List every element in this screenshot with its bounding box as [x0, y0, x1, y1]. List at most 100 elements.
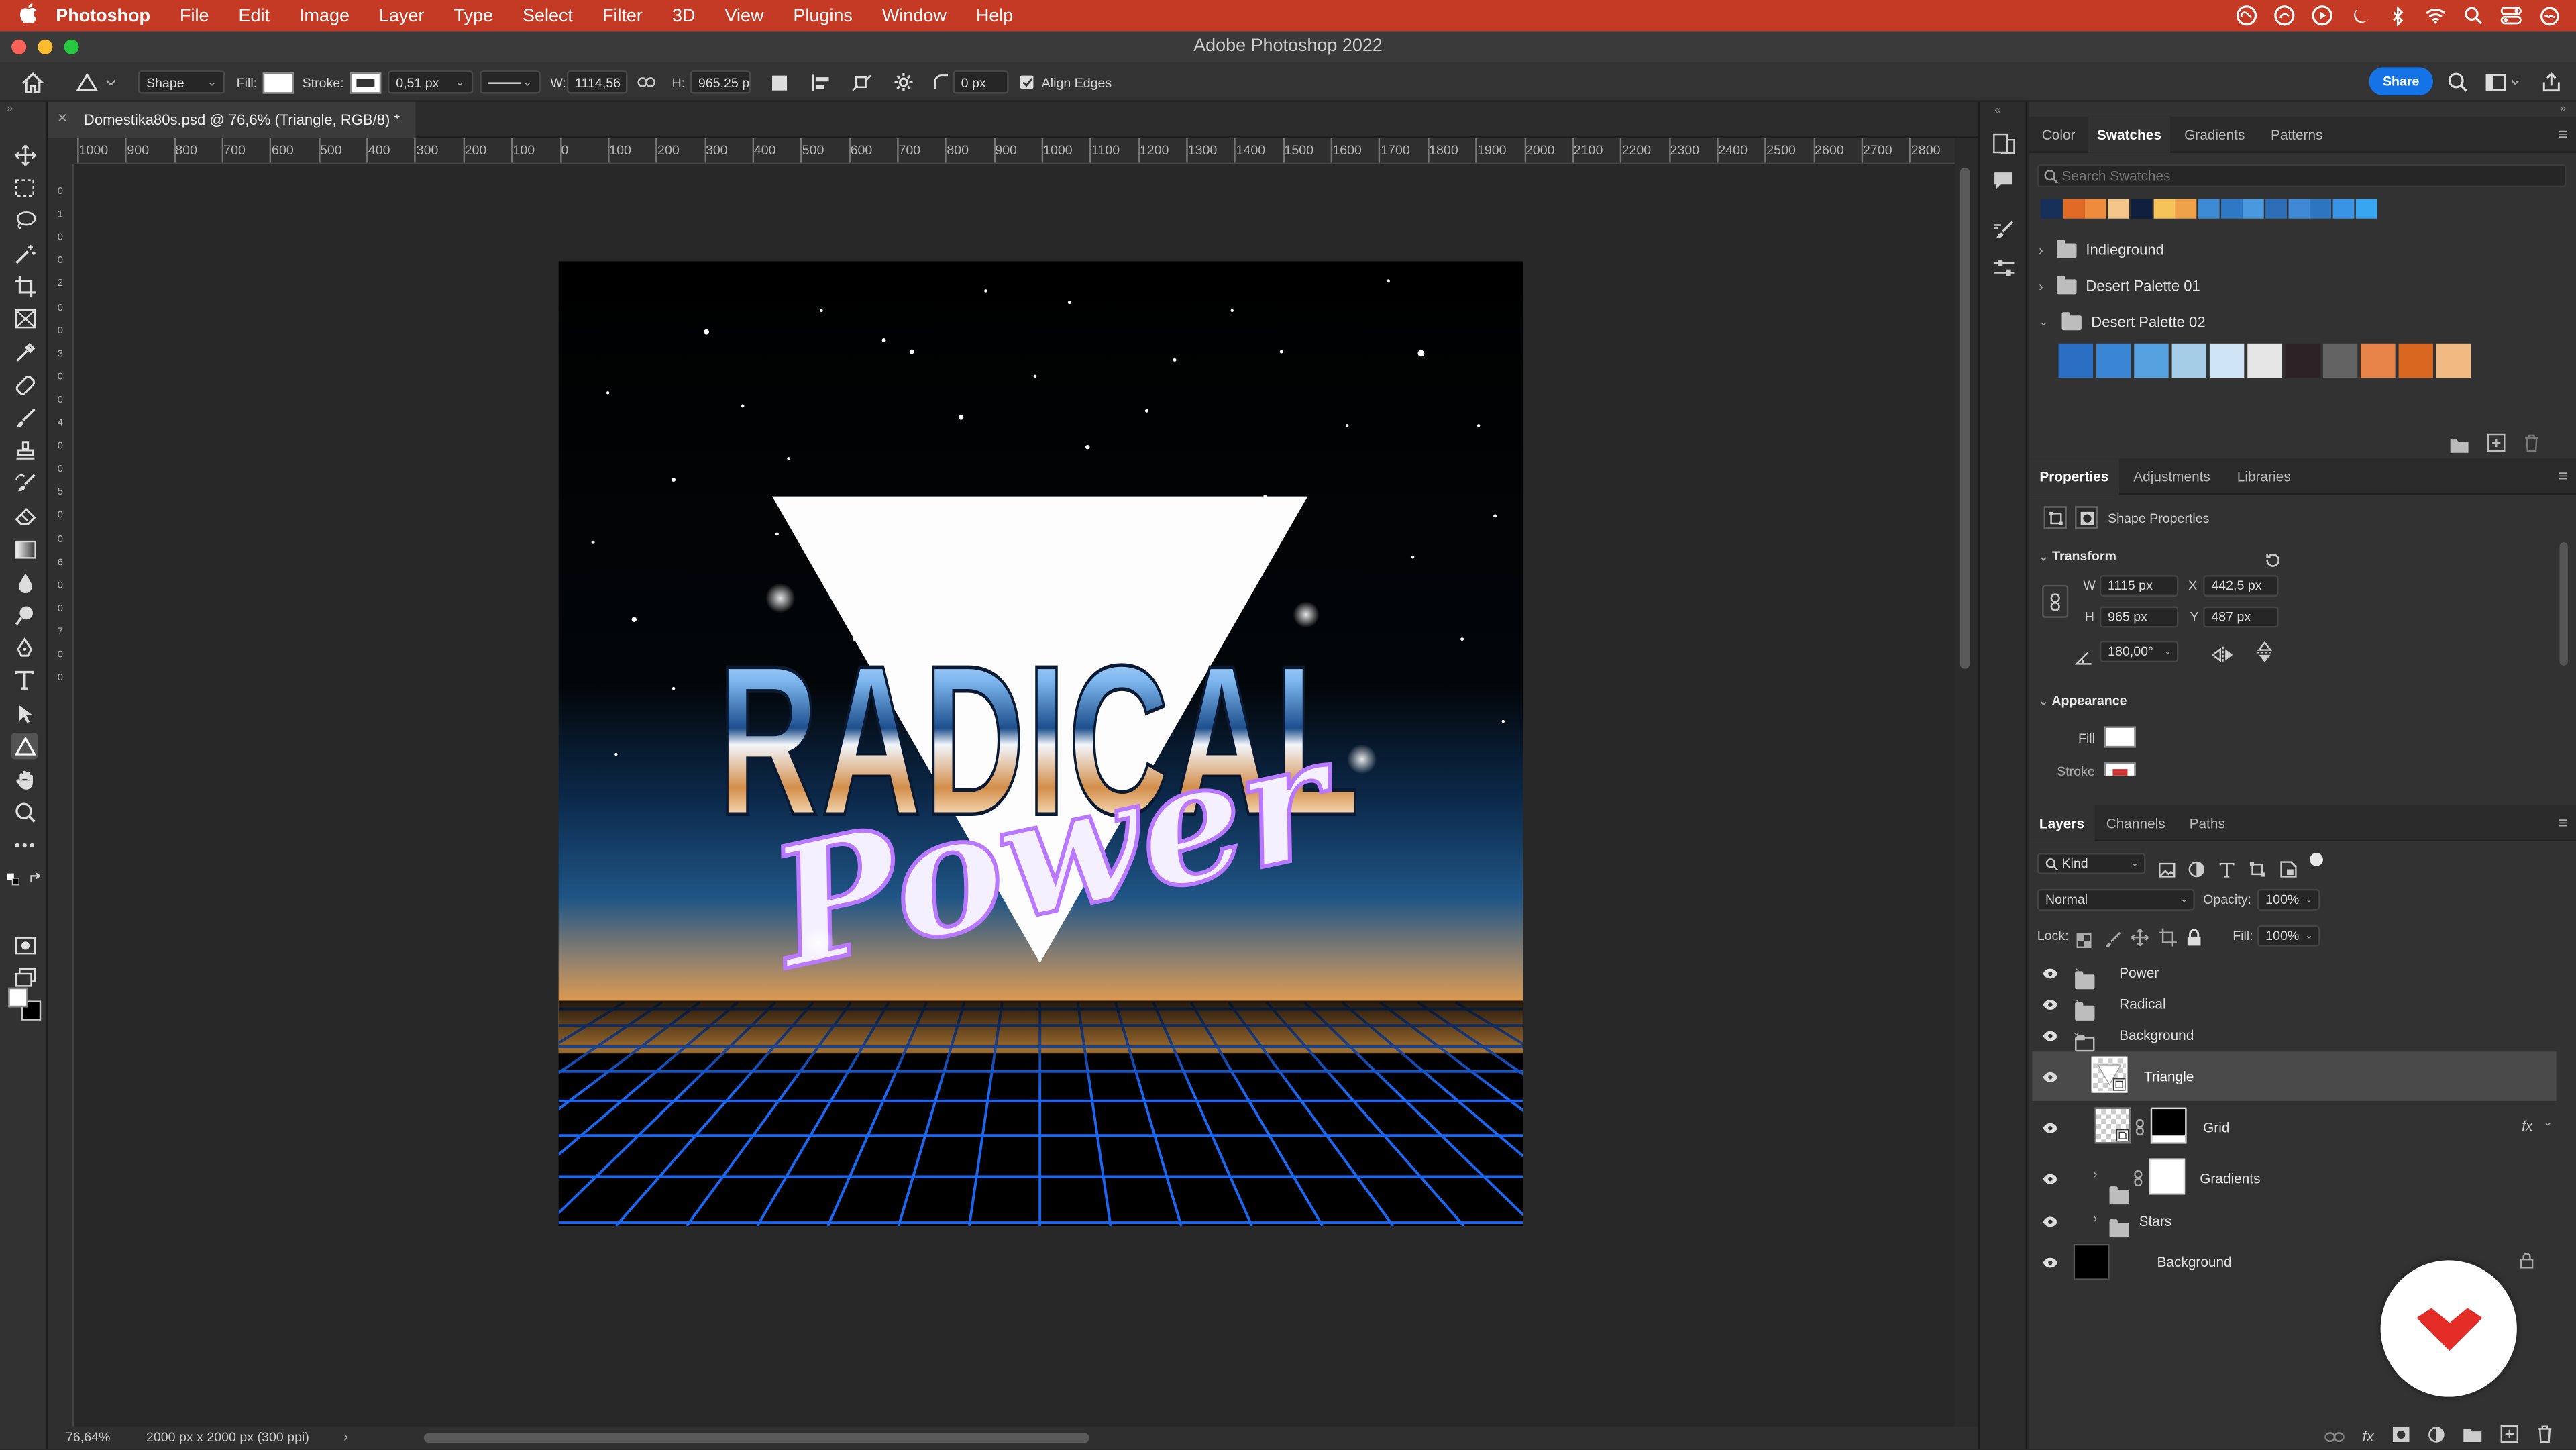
chevron-right-icon[interactable]: › [2093, 1167, 2098, 1182]
lock-position-icon[interactable] [2131, 925, 2149, 955]
menu-help[interactable]: Help [976, 6, 1013, 25]
menu-window[interactable]: Window [882, 6, 947, 25]
brush-tool-icon[interactable] [11, 404, 38, 430]
stroke-color-swatch[interactable] [350, 71, 382, 93]
crop-tool-icon[interactable] [11, 273, 38, 299]
menu-filter[interactable]: Filter [602, 6, 643, 25]
filter-shape-layers-icon[interactable] [2249, 856, 2265, 886]
lock-all-icon[interactable] [2187, 925, 2202, 955]
mask-link-icon[interactable] [2134, 1170, 2143, 1190]
desert-palette-swatch[interactable] [2096, 343, 2131, 378]
tab-color[interactable]: Color [2029, 117, 2088, 153]
marquee-tool-icon[interactable] [11, 174, 38, 201]
menu-image[interactable]: Image [299, 6, 350, 25]
layer-row-grid[interactable]: Grid fx ⌄ [2032, 1102, 2556, 1151]
move-tool-icon[interactable] [11, 142, 38, 168]
vertical-ruler[interactable]: 0 1 0 0 2 0 0 3 0 0 4 0 0 5 0 0 6 0 0 7 0 0 [48, 164, 74, 1427]
filter-adjustment-layers-icon[interactable] [2188, 856, 2205, 886]
path-selection-tool-icon[interactable] [11, 700, 38, 726]
chevron-right-icon[interactable]: › [2093, 1211, 2098, 1226]
sync-icon[interactable] [2273, 5, 2295, 26]
swatch-group-desert-palette-01[interactable]: › Desert Palette 01 [2039, 274, 2200, 297]
shape-properties-icon[interactable] [2043, 506, 2067, 529]
document-info[interactable]: 2000 px x 2000 px (300 ppi) [146, 1430, 309, 1445]
triangle-tool-preset-icon[interactable] [76, 62, 119, 102]
delete-layer-icon[interactable] [2536, 1420, 2553, 1450]
filter-toggle-icon[interactable] [2310, 853, 2323, 866]
link-layers-icon[interactable] [2324, 1420, 2345, 1450]
eraser-tool-icon[interactable] [11, 503, 38, 529]
mask-properties-icon[interactable] [2075, 506, 2098, 529]
tab-patterns[interactable]: Patterns [2259, 117, 2334, 153]
prop-height-field[interactable]: 965 px [2099, 606, 2179, 628]
blend-mode-select[interactable]: Normal ⌄ [2037, 888, 2195, 911]
adjustments-sliders-icon[interactable] [1993, 256, 2016, 286]
recent-swatch[interactable] [2310, 199, 2332, 219]
eye-icon[interactable] [2042, 1254, 2058, 1270]
eyedropper-tool-icon[interactable] [11, 338, 38, 364]
desert-palette-swatch[interactable] [2322, 343, 2358, 378]
recent-swatch[interactable] [2355, 199, 2377, 219]
wifi-icon[interactable] [2425, 5, 2447, 26]
default-colors-icon[interactable] [7, 864, 20, 894]
recent-swatch[interactable] [2175, 199, 2197, 219]
add-mask-icon[interactable] [2392, 1420, 2410, 1450]
flip-vertical-icon[interactable] [2255, 641, 2273, 672]
delete-swatch-icon[interactable] [2524, 431, 2540, 460]
fill-opacity-field[interactable]: 100% ⌄ [2257, 925, 2320, 947]
screen-mode-icon[interactable] [11, 965, 38, 991]
desert-palette-swatch[interactable] [2361, 343, 2396, 378]
menu-edit[interactable]: Edit [239, 6, 270, 25]
desert-palette-swatch[interactable] [2058, 343, 2094, 378]
recent-swatch[interactable] [2040, 199, 2062, 219]
prop-x-field[interactable]: 442,5 px [2203, 575, 2279, 597]
expand-toolbar-icon[interactable]: » [7, 103, 13, 115]
recent-swatch[interactable] [2108, 199, 2130, 219]
recent-swatch[interactable] [2220, 199, 2242, 219]
chevron-down-icon[interactable]: ⌄ [2543, 1116, 2553, 1129]
tab-adjustments[interactable]: Adjustments [2119, 458, 2224, 495]
minimize-window-button[interactable] [38, 39, 53, 54]
layer-row-stars[interactable]: › Stars [2032, 1206, 2556, 1237]
bluetooth-icon[interactable] [2387, 5, 2408, 26]
horizontal-scrollbar-thumb[interactable] [423, 1433, 1089, 1443]
recent-swatch[interactable] [2265, 199, 2288, 219]
prop-width-field[interactable]: 1115 px [2099, 575, 2179, 597]
desert-palette-swatch[interactable] [2134, 343, 2169, 378]
more-tools-icon[interactable] [11, 831, 38, 858]
share-document-icon[interactable] [2542, 62, 2561, 102]
swatch-group-indieground[interactable]: › Indieground [2039, 238, 2164, 261]
width-field[interactable]: 1114,56 [566, 70, 628, 94]
swatch-group-desert-palette-02[interactable]: ⌄ Desert Palette 02 [2039, 311, 2206, 333]
panel-menu-icon[interactable]: ≡ [2558, 127, 2567, 145]
menu-plugins[interactable]: Plugins [794, 6, 853, 25]
recent-swatch[interactable] [2288, 199, 2310, 219]
frame-tool-icon[interactable] [11, 306, 38, 332]
reset-transform-icon[interactable] [2264, 548, 2282, 577]
siri-icon[interactable] [2538, 5, 2560, 26]
swatches-search-input[interactable]: Search Swatches [2037, 164, 2567, 188]
comments-panel-icon[interactable] [1993, 169, 2015, 199]
control-center-icon[interactable] [2500, 5, 2522, 26]
artwork-canvas[interactable]: RADICAL Power [558, 261, 1523, 1226]
workspace-switcher-icon[interactable] [2485, 62, 2522, 102]
grid-layer-mask-thumbnail[interactable] [2150, 1107, 2187, 1144]
collapse-panels-icon[interactable]: « [1994, 105, 2001, 117]
lock-icon[interactable] [2520, 1252, 2534, 1272]
stroke-width-field[interactable]: 0,51 px ⌄ [387, 70, 474, 94]
lock-artboard-icon[interactable] [2158, 925, 2177, 955]
flip-horizontal-icon[interactable] [2211, 643, 2234, 672]
tab-paths[interactable]: Paths [2177, 805, 2238, 841]
layer-row-gradients[interactable]: › Gradients [2032, 1153, 2556, 1204]
document-tab[interactable]: × Domestika80s.psd @ 76,6% (Triangle, RG… [48, 101, 417, 138]
desert-palette-swatch[interactable] [2247, 343, 2282, 378]
gradients-group-mask-thumbnail[interactable] [2149, 1158, 2186, 1195]
height-field[interactable]: 965,25 p [690, 70, 751, 94]
spotlight-search-icon[interactable] [2463, 5, 2484, 26]
recent-swatch[interactable] [2332, 199, 2355, 219]
zoom-window-button[interactable] [64, 39, 79, 54]
gear-icon[interactable] [894, 62, 913, 102]
desert-palette-swatch[interactable] [2436, 343, 2471, 378]
eye-icon[interactable] [2042, 965, 2058, 981]
tab-swatches[interactable]: Swatches [2088, 116, 2171, 153]
